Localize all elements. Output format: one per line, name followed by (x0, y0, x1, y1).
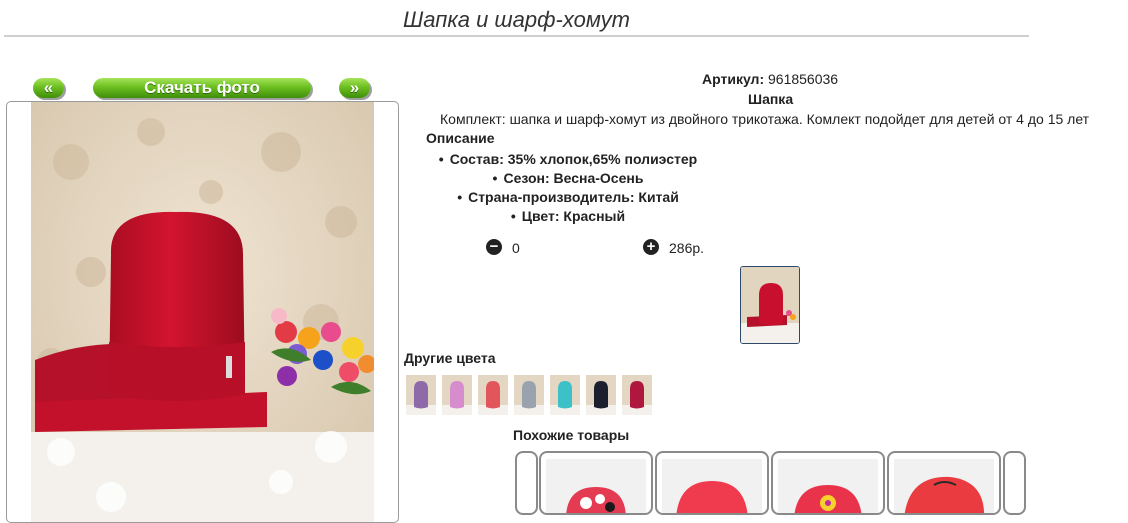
product-photo[interactable] (31, 102, 374, 522)
description-heading: Описание (426, 130, 495, 146)
specs-list: • Состав: 35% хлопок,65% полиэстер • Сезон… (428, 150, 708, 226)
download-photo-button[interactable]: Скачать фото (93, 78, 311, 98)
color-swatch[interactable] (442, 375, 472, 415)
quantity-value: 0 (512, 240, 520, 256)
carousel-next-edge[interactable] (1003, 451, 1026, 515)
color-swatch[interactable] (622, 375, 652, 415)
product-description: Комплект: шапка и шарф-хомут из двойного… (440, 111, 1090, 127)
spec-item: • Цвет: Красный (510, 208, 626, 224)
plus-circle-icon[interactable]: + (643, 239, 659, 255)
color-swatch[interactable] (406, 375, 436, 415)
article-value: 961856036 (768, 71, 839, 87)
product-thumbnail[interactable] (740, 266, 800, 344)
color-swatch[interactable] (514, 375, 544, 415)
page-title: Шапка и шарф-хомут (4, 4, 1029, 37)
color-swatch[interactable] (586, 375, 616, 415)
article-label: Артикул: (702, 71, 765, 87)
similar-item[interactable] (539, 451, 653, 515)
minus-circle-icon[interactable]: − (486, 239, 502, 255)
other-colors-heading: Другие цвета (404, 350, 496, 366)
color-swatch[interactable] (550, 375, 580, 415)
product-type: Шапка (748, 91, 794, 107)
product-photo-frame (6, 101, 399, 523)
similar-heading: Похожие товары (513, 427, 630, 443)
color-swatch[interactable] (478, 375, 508, 415)
carousel-prev-edge[interactable] (515, 451, 538, 515)
prev-photo-button[interactable]: « (33, 78, 64, 98)
article-line: Артикул: 961856036 (702, 71, 838, 87)
similar-item[interactable] (771, 451, 885, 515)
next-photo-button[interactable]: » (339, 78, 370, 98)
spec-item: • Сезон: Весна-Осень (492, 170, 644, 186)
similar-item[interactable] (655, 451, 769, 515)
similar-item[interactable] (887, 451, 1001, 515)
spec-item: • Состав: 35% хлопок,65% полиэстер (438, 151, 698, 167)
spec-item: • Страна-производитель: Китай (457, 189, 679, 205)
price-value: 286р. (669, 240, 705, 256)
